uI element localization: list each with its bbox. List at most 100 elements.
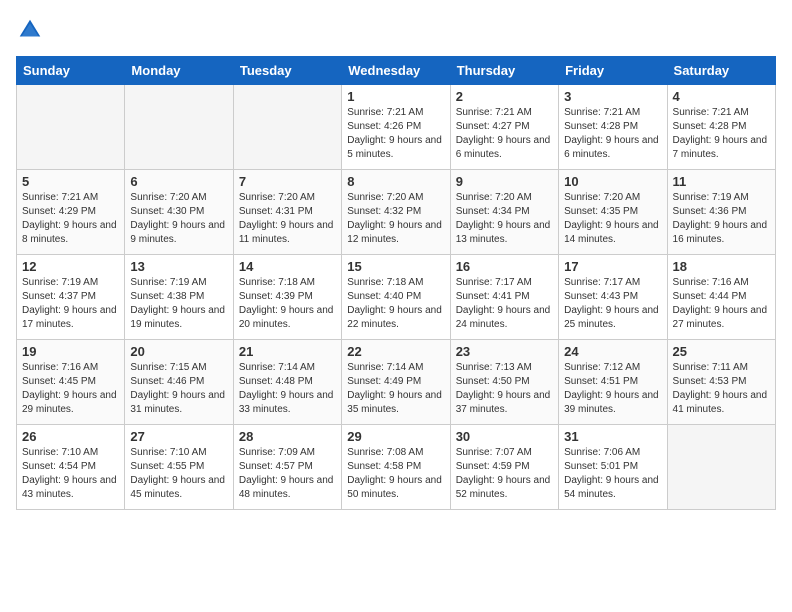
week-row-4: 19 Sunrise: 7:16 AMSunset: 4:45 PMDayligh… bbox=[17, 340, 776, 425]
day-number: 11 bbox=[673, 174, 770, 189]
day-cell: 4 Sunrise: 7:21 AMSunset: 4:28 PMDaylight… bbox=[667, 85, 775, 170]
day-number: 23 bbox=[456, 344, 553, 359]
day-cell: 1 Sunrise: 7:21 AMSunset: 4:26 PMDaylight… bbox=[342, 85, 450, 170]
day-cell: 26 Sunrise: 7:10 AMSunset: 4:54 PMDayligh… bbox=[17, 425, 125, 510]
day-number: 17 bbox=[564, 259, 661, 274]
day-info: Sunrise: 7:16 AMSunset: 4:45 PMDaylight:… bbox=[22, 361, 119, 417]
day-number: 27 bbox=[130, 429, 227, 444]
day-cell: 13 Sunrise: 7:19 AMSunset: 4:38 PMDayligh… bbox=[125, 255, 233, 340]
day-cell: 21Sunrise: 7:14 AMSunset: 4:48 PMDayligh… bbox=[233, 340, 341, 425]
day-number: 30 bbox=[456, 429, 553, 444]
day-cell: 24 Sunrise: 7:12 AMSunset: 4:51 PMDayligh… bbox=[559, 340, 667, 425]
logo bbox=[16, 16, 48, 44]
day-cell bbox=[125, 85, 233, 170]
day-number: 1 bbox=[347, 89, 444, 104]
week-row-2: 5 Sunrise: 7:21 AMSunset: 4:29 PMDaylight… bbox=[17, 170, 776, 255]
day-number: 25 bbox=[673, 344, 770, 359]
day-cell bbox=[17, 85, 125, 170]
calendar-header-row: SundayMondayTuesdayWednesdayThursdayFrid… bbox=[17, 57, 776, 85]
day-cell: 22 Sunrise: 7:14 AMSunset: 4:49 PMDayligh… bbox=[342, 340, 450, 425]
day-info: Sunrise: 7:18 AMSunset: 4:40 PMDaylight:… bbox=[347, 276, 444, 332]
day-cell: 16 Sunrise: 7:17 AMSunset: 4:41 PMDayligh… bbox=[450, 255, 558, 340]
day-cell: 29 Sunrise: 7:08 AMSunset: 4:58 PMDayligh… bbox=[342, 425, 450, 510]
calendar-table: SundayMondayTuesdayWednesdayThursdayFrid… bbox=[16, 56, 776, 510]
day-info: Sunrise: 7:20 AMSunset: 4:35 PMDaylight:… bbox=[564, 191, 661, 247]
day-info: Sunrise: 7:20 AMSunset: 4:32 PMDaylight:… bbox=[347, 191, 444, 247]
day-info: Sunrise: 7:19 AMSunset: 4:38 PMDaylight:… bbox=[130, 276, 227, 332]
day-number: 22 bbox=[347, 344, 444, 359]
day-number: 7 bbox=[239, 174, 336, 189]
day-info: Sunrise: 7:06 AMSunset: 5:01 PMDaylight:… bbox=[564, 446, 661, 502]
day-info: Sunrise: 7:11 AMSunset: 4:53 PMDaylight:… bbox=[673, 361, 770, 417]
col-header-saturday: Saturday bbox=[667, 57, 775, 85]
day-number: 28 bbox=[239, 429, 336, 444]
day-info: Sunrise: 7:21 AMSunset: 4:29 PMDaylight:… bbox=[22, 191, 119, 247]
day-number: 9 bbox=[456, 174, 553, 189]
day-info: Sunrise: 7:17 AMSunset: 4:41 PMDaylight:… bbox=[456, 276, 553, 332]
day-info: Sunrise: 7:10 AMSunset: 4:55 PMDaylight:… bbox=[130, 446, 227, 502]
day-cell: 8 Sunrise: 7:20 AMSunset: 4:32 PMDaylight… bbox=[342, 170, 450, 255]
logo-icon bbox=[16, 16, 44, 44]
day-cell: 6Sunrise: 7:20 AMSunset: 4:30 PMDaylight… bbox=[125, 170, 233, 255]
day-number: 24 bbox=[564, 344, 661, 359]
day-info: Sunrise: 7:19 AMSunset: 4:37 PMDaylight:… bbox=[22, 276, 119, 332]
day-number: 19 bbox=[22, 344, 119, 359]
day-number: 6 bbox=[130, 174, 227, 189]
week-row-1: 1 Sunrise: 7:21 AMSunset: 4:26 PMDaylight… bbox=[17, 85, 776, 170]
day-info: Sunrise: 7:12 AMSunset: 4:51 PMDaylight:… bbox=[564, 361, 661, 417]
day-cell: 3 Sunrise: 7:21 AMSunset: 4:28 PMDaylight… bbox=[559, 85, 667, 170]
day-info: Sunrise: 7:20 AMSunset: 4:34 PMDaylight:… bbox=[456, 191, 553, 247]
day-cell: 7 Sunrise: 7:20 AMSunset: 4:31 PMDaylight… bbox=[233, 170, 341, 255]
day-number: 12 bbox=[22, 259, 119, 274]
day-number: 4 bbox=[673, 89, 770, 104]
day-info: Sunrise: 7:10 AMSunset: 4:54 PMDaylight:… bbox=[22, 446, 119, 502]
day-cell: 12 Sunrise: 7:19 AMSunset: 4:37 PMDayligh… bbox=[17, 255, 125, 340]
day-info: Sunrise: 7:14 AMSunset: 4:49 PMDaylight:… bbox=[347, 361, 444, 417]
day-cell: 10 Sunrise: 7:20 AMSunset: 4:35 PMDayligh… bbox=[559, 170, 667, 255]
day-number: 8 bbox=[347, 174, 444, 189]
day-number: 26 bbox=[22, 429, 119, 444]
day-number: 2 bbox=[456, 89, 553, 104]
day-info: Sunrise: 7:18 AMSunset: 4:39 PMDaylight:… bbox=[239, 276, 336, 332]
day-number: 3 bbox=[564, 89, 661, 104]
day-cell: 30Sunrise: 7:07 AMSunset: 4:59 PMDayligh… bbox=[450, 425, 558, 510]
day-info: Sunrise: 7:14 AMSunset: 4:48 PMDaylight:… bbox=[239, 361, 336, 417]
day-cell bbox=[233, 85, 341, 170]
day-info: Sunrise: 7:17 AMSunset: 4:43 PMDaylight:… bbox=[564, 276, 661, 332]
day-cell: 27 Sunrise: 7:10 AMSunset: 4:55 PMDayligh… bbox=[125, 425, 233, 510]
day-number: 29 bbox=[347, 429, 444, 444]
day-cell: 2 Sunrise: 7:21 AMSunset: 4:27 PMDaylight… bbox=[450, 85, 558, 170]
day-number: 5 bbox=[22, 174, 119, 189]
day-info: Sunrise: 7:21 AMSunset: 4:26 PMDaylight:… bbox=[347, 106, 444, 162]
day-number: 13 bbox=[130, 259, 227, 274]
day-cell: 20Sunrise: 7:15 AMSunset: 4:46 PMDayligh… bbox=[125, 340, 233, 425]
page-header bbox=[16, 16, 776, 44]
day-cell: 15Sunrise: 7:18 AMSunset: 4:40 PMDayligh… bbox=[342, 255, 450, 340]
col-header-friday: Friday bbox=[559, 57, 667, 85]
day-info: Sunrise: 7:16 AMSunset: 4:44 PMDaylight:… bbox=[673, 276, 770, 332]
day-cell: 23 Sunrise: 7:13 AMSunset: 4:50 PMDayligh… bbox=[450, 340, 558, 425]
day-info: Sunrise: 7:08 AMSunset: 4:58 PMDaylight:… bbox=[347, 446, 444, 502]
day-cell: 25 Sunrise: 7:11 AMSunset: 4:53 PMDayligh… bbox=[667, 340, 775, 425]
day-info: Sunrise: 7:21 AMSunset: 4:28 PMDaylight:… bbox=[564, 106, 661, 162]
day-cell: 28Sunrise: 7:09 AMSunset: 4:57 PMDayligh… bbox=[233, 425, 341, 510]
day-number: 14 bbox=[239, 259, 336, 274]
col-header-tuesday: Tuesday bbox=[233, 57, 341, 85]
day-info: Sunrise: 7:15 AMSunset: 4:46 PMDaylight:… bbox=[130, 361, 227, 417]
col-header-wednesday: Wednesday bbox=[342, 57, 450, 85]
day-info: Sunrise: 7:13 AMSunset: 4:50 PMDaylight:… bbox=[456, 361, 553, 417]
col-header-sunday: Sunday bbox=[17, 57, 125, 85]
day-info: Sunrise: 7:19 AMSunset: 4:36 PMDaylight:… bbox=[673, 191, 770, 247]
day-cell: 18 Sunrise: 7:16 AMSunset: 4:44 PMDayligh… bbox=[667, 255, 775, 340]
day-cell: 5 Sunrise: 7:21 AMSunset: 4:29 PMDaylight… bbox=[17, 170, 125, 255]
day-number: 10 bbox=[564, 174, 661, 189]
day-cell bbox=[667, 425, 775, 510]
day-info: Sunrise: 7:20 AMSunset: 4:31 PMDaylight:… bbox=[239, 191, 336, 247]
day-info: Sunrise: 7:21 AMSunset: 4:27 PMDaylight:… bbox=[456, 106, 553, 162]
day-number: 18 bbox=[673, 259, 770, 274]
col-header-monday: Monday bbox=[125, 57, 233, 85]
week-row-5: 26 Sunrise: 7:10 AMSunset: 4:54 PMDayligh… bbox=[17, 425, 776, 510]
day-info: Sunrise: 7:21 AMSunset: 4:28 PMDaylight:… bbox=[673, 106, 770, 162]
day-number: 16 bbox=[456, 259, 553, 274]
week-row-3: 12 Sunrise: 7:19 AMSunset: 4:37 PMDayligh… bbox=[17, 255, 776, 340]
